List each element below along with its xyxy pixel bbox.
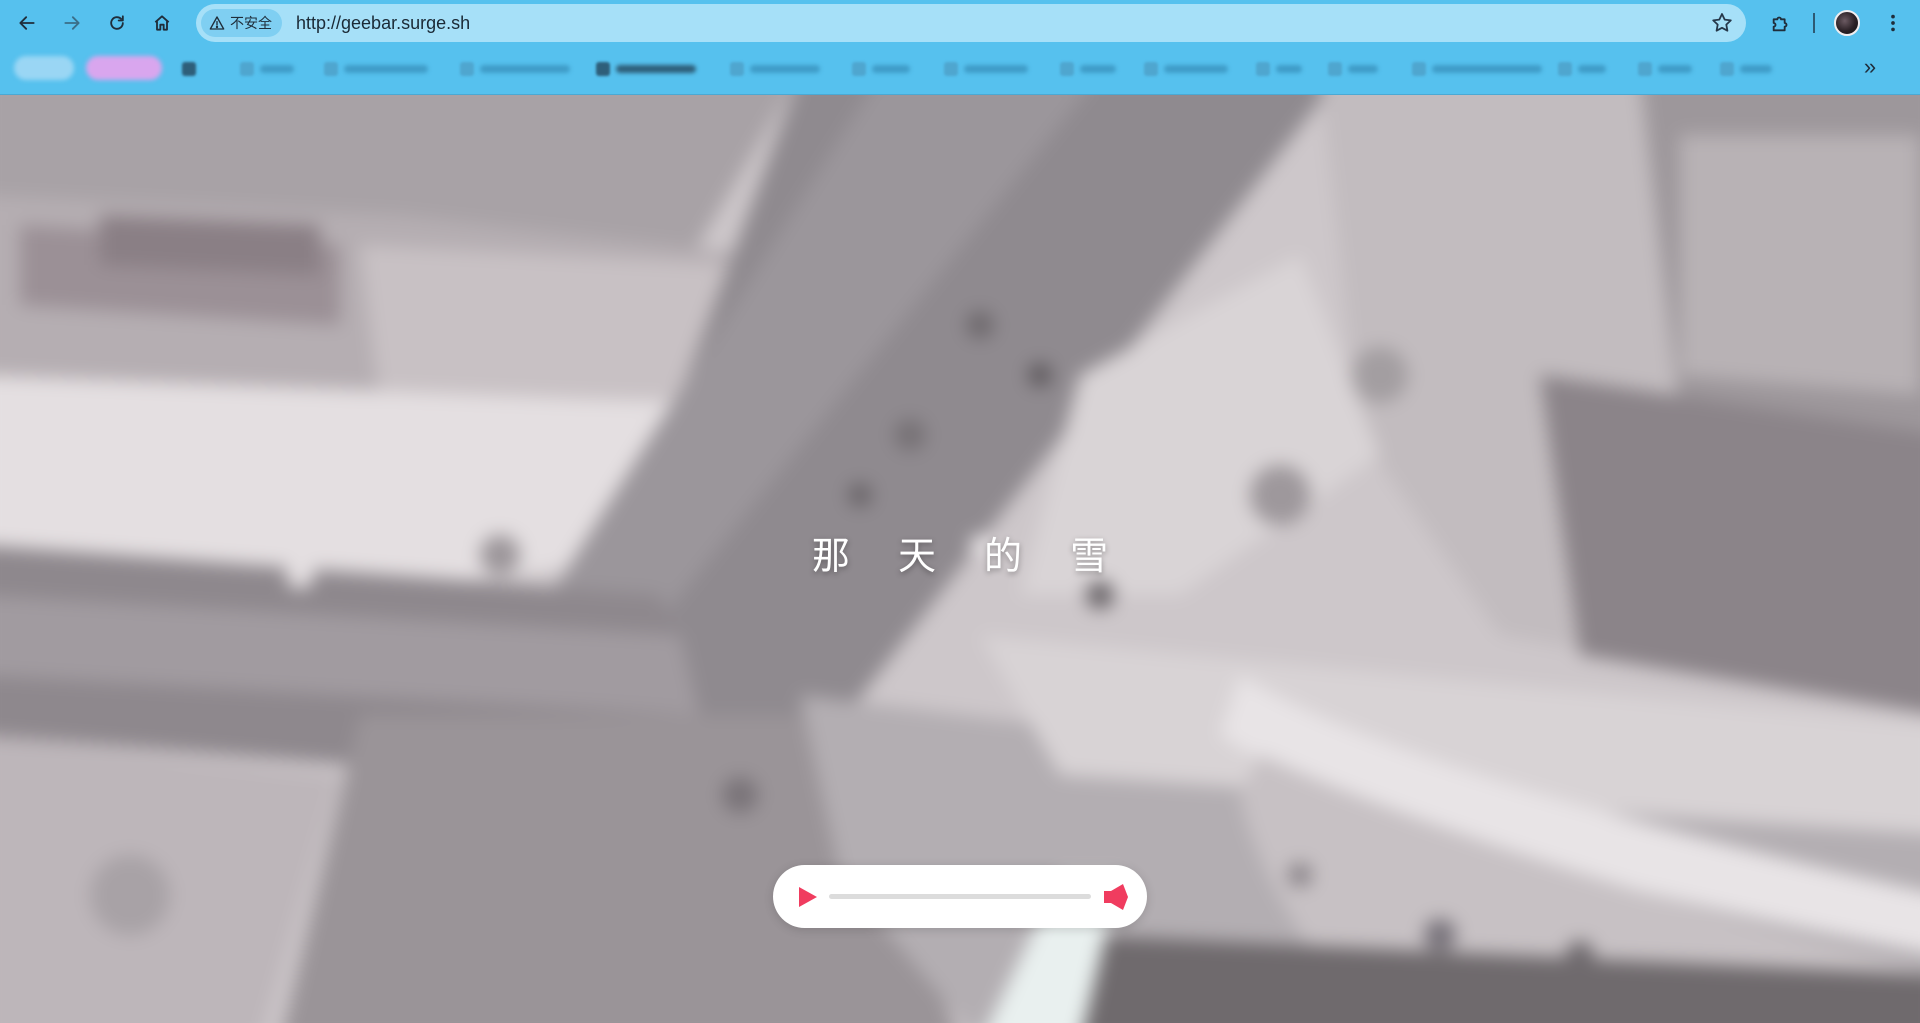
bookmark-favicon-icon [1558,62,1572,76]
reload-button[interactable] [101,7,133,39]
play-button[interactable] [797,885,819,909]
bookmark-favicon-icon [944,62,958,76]
bookmark-item[interactable] [730,60,820,78]
bookmark-star-button[interactable] [1710,11,1734,35]
bookmark-item[interactable] [1720,60,1772,78]
bookmark-favicon-icon [1144,62,1158,76]
bookmark-favicon-icon [1256,62,1270,76]
bookmark-item[interactable] [86,56,162,80]
page-viewport: 那 天 的 雪 [0,95,1920,1023]
bookmark-favicon-icon [240,62,254,76]
play-icon [799,887,817,907]
volume-button[interactable] [1101,882,1129,912]
bookmark-item[interactable] [1328,60,1378,78]
bookmark-favicon-icon [596,62,610,76]
bookmark-item[interactable] [1256,60,1302,78]
bookmark-favicon-icon [730,62,744,76]
toolbar-divider [1813,13,1815,33]
bookmark-item[interactable] [460,60,570,78]
warning-icon [209,16,225,30]
bookmark-favicon-icon [1328,62,1342,76]
progress-track[interactable] [829,894,1091,899]
back-arrow-icon [19,16,35,30]
security-label: 不安全 [230,15,272,31]
bookmark-item[interactable] [1060,60,1116,78]
browser-chrome: 不安全 http://geebar.surge.sh » [0,0,1920,95]
bookmark-favicon-icon [460,62,474,76]
bookmark-item[interactable] [1638,60,1692,78]
back-button[interactable] [11,7,43,39]
bookmark-item[interactable] [14,56,74,80]
security-indicator[interactable]: 不安全 [201,9,282,37]
audio-player [773,865,1147,928]
extensions-button[interactable] [1765,7,1797,39]
kebab-menu-icon [1891,14,1895,32]
speaker-icon [1104,884,1128,910]
address-bar[interactable]: 不安全 http://geebar.surge.sh [196,4,1746,42]
profile-avatar[interactable] [1834,10,1860,36]
bookmark-item[interactable] [1412,60,1542,78]
bookmark-favicon-icon [1060,62,1074,76]
bookmarks-overflow-button[interactable]: » [1858,56,1882,80]
bookmark-favicon-icon [852,62,866,76]
bookmark-favicon-icon [182,62,196,76]
bookmark-item[interactable] [852,60,910,78]
bookmarks-bar: » [0,50,1920,88]
browser-menu-button[interactable] [1877,7,1909,39]
forward-arrow-icon [64,16,80,30]
forward-button[interactable] [56,7,88,39]
puzzle-icon [1772,16,1788,32]
bookmark-item[interactable] [1144,60,1228,78]
star-icon [1712,13,1732,32]
bookmark-item[interactable] [944,60,1028,78]
bookmark-item[interactable] [240,60,294,78]
bookmark-favicon-icon [324,62,338,76]
home-icon [154,15,170,31]
bookmark-favicon-icon [1720,62,1734,76]
bookmark-item[interactable] [324,60,428,78]
page-title: 那 天 的 雪 [811,534,1127,578]
bookmark-item[interactable] [182,60,196,78]
bookmark-item[interactable] [596,60,696,78]
bookmark-favicon-icon [1412,62,1426,76]
reload-icon [110,15,124,30]
bookmark-favicon-icon [1638,62,1652,76]
home-button[interactable] [146,7,178,39]
browser-toolbar: 不安全 http://geebar.surge.sh [0,0,1920,46]
bookmark-item[interactable] [1558,60,1606,78]
url-text[interactable]: http://geebar.surge.sh [296,4,470,42]
